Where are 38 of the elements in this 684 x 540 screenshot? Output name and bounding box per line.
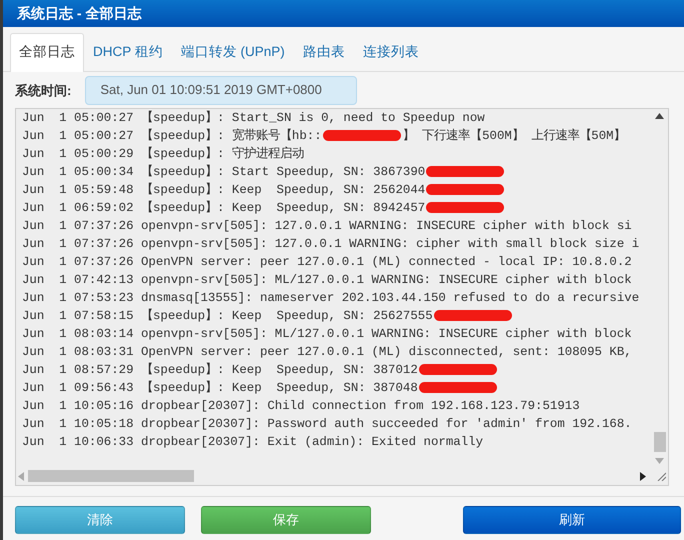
scroll-left-icon[interactable]: [18, 472, 24, 481]
scroll-down-icon[interactable]: [655, 458, 664, 464]
scroll-up-icon[interactable]: [655, 112, 664, 119]
system-time-label: 系统时间:: [15, 82, 72, 100]
log-line: Jun 1 07:58:15 【speedup】: Keep Speedup, SN: 25627555: [22, 308, 433, 325]
log-line: Jun 1 05:00:29 【speedup】: 守护进程启动: [22, 146, 304, 163]
scrollbar-thumb[interactable]: [654, 432, 666, 452]
refresh-button[interactable]: 刷新: [463, 506, 681, 534]
scrollbar-thumb[interactable]: [28, 470, 194, 482]
log-line: Jun 1 05:59:48 【speedup】: Keep Speedup, SN: 2562044: [22, 182, 426, 199]
clear-button[interactable]: 清除: [15, 506, 185, 534]
tab[interactable]: 路由表: [294, 33, 354, 72]
tab[interactable]: 全部日志: [10, 33, 84, 72]
log-line: Jun 1 06:59:02 【speedup】: Keep Speedup, SN: 8942457: [22, 200, 426, 217]
tab[interactable]: 连接列表: [354, 33, 428, 72]
log-line: 】 下行速率【500M】 上行速率【50M】: [402, 128, 626, 145]
system-time-value: Sat, Jun 01 10:09:51 2019 GMT+0800: [85, 76, 358, 105]
tab[interactable]: 端口转发 (UPnP): [172, 33, 294, 72]
log-line: Jun 1 10:05:16 dropbear[20307]: Child connection from 192.168.123.79:51913: [22, 398, 580, 415]
log-line: Jun 1 05:00:27 【speedup】: 宽带账号【hb::: [22, 128, 322, 145]
log-line: Jun 1 07:37:26 openvpn-srv[505]: 127.0.0.1 WARNING: cipher with small block size i: [22, 236, 640, 253]
log-line: Jun 1 07:37:26 OpenVPN server: peer 127.0.0.1 (ML) connected - local IP: 10.8.0.2: [22, 254, 632, 271]
log-line: Jun 1 05:00:27 【speedup】: Start_SN is 0, need to Speedup now: [22, 110, 485, 127]
window-title: 系统日志 - 全部日志: [3, 0, 684, 27]
log-line: Jun 1 08:03:31 OpenVPN server: peer 127.0.0.1 (ML) disconnected, sent: 108095 KB,: [22, 344, 632, 361]
log-line: Jun 1 07:37:26 openvpn-srv[505]: 127.0.0.1 WARNING: INSECURE cipher with block si: [22, 218, 632, 235]
log-line: Jun 1 10:06:33 dropbear[20307]: Exit (admin): Exited normally: [22, 434, 484, 451]
log-line: Jun 1 09:56:43 【speedup】: Keep Speedup, SN: 387048: [22, 380, 418, 397]
log-line: Jun 1 08:57:29 【speedup】: Keep Speedup, SN: 387012: [22, 362, 418, 379]
log-line: Jun 1 07:42:13 openvpn-srv[505]: ML/127.0.0.1 WARNING: INSECURE cipher with block: [22, 272, 632, 289]
log-line: Jun 1 10:05:18 dropbear[20307]: Password auth succeeded for 'admin' from 192.168.: [22, 416, 632, 433]
tab[interactable]: DHCP 租约: [84, 33, 172, 72]
log-line: Jun 1 07:53:23 dnsmasq[13555]: nameserver 202.103.44.150 refused to do a recursive: [22, 290, 640, 307]
resize-grip-icon[interactable]: [656, 471, 666, 482]
scroll-right-icon[interactable]: [640, 472, 646, 481]
save-button[interactable]: 保存: [201, 506, 371, 534]
log-line: Jun 1 08:03:14 openvpn-srv[505]: ML/127.0.0.1 WARNING: INSECURE cipher with block: [22, 326, 632, 343]
log-line: Jun 1 05:00:34 【speedup】: Start Speedup, SN: 3867390: [22, 164, 426, 181]
